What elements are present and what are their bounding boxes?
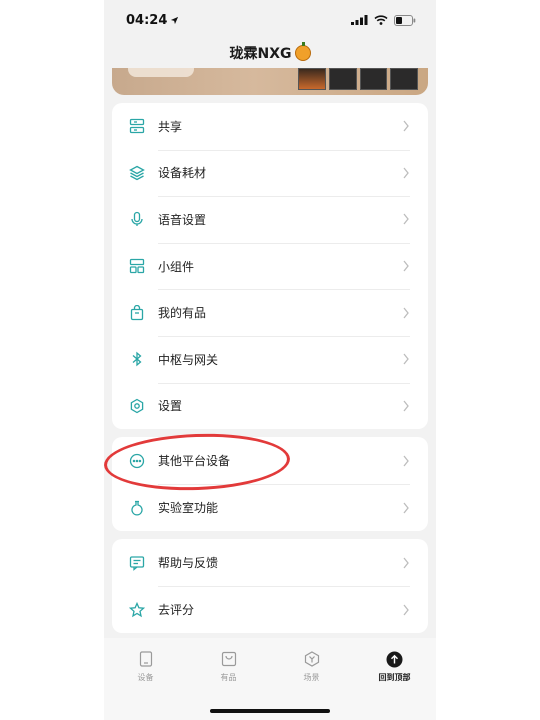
star-icon xyxy=(128,601,146,619)
battery-icon xyxy=(394,14,416,26)
menu-item-label: 共享 xyxy=(158,119,183,134)
menu-item-label: 去评分 xyxy=(158,603,195,617)
feedback-icon xyxy=(128,554,146,572)
scene-icon xyxy=(303,650,321,668)
microphone-icon xyxy=(128,210,146,228)
menu-item-share[interactable]: 共享 xyxy=(112,103,428,150)
chevron-right-icon xyxy=(403,455,409,466)
menu-item-label: 其他平台设备 xyxy=(158,454,231,468)
home-indicator[interactable] xyxy=(210,709,330,713)
status-bar: 04:24 xyxy=(104,0,436,40)
menu-item-rate[interactable]: 去评分 xyxy=(112,586,428,633)
location-arrow-icon xyxy=(171,16,179,24)
arrow-up-icon xyxy=(386,650,404,668)
flask-icon xyxy=(128,499,146,517)
cellular-signal-icon xyxy=(351,15,368,25)
menu-card-main: 共享 设备耗材 语音设置 小组件 我的有品 中枢与网关 设置 xyxy=(112,103,428,429)
menu-item-widgets[interactable]: 小组件 xyxy=(112,242,428,290)
store-icon xyxy=(220,650,238,668)
promo-banner[interactable] xyxy=(112,68,428,95)
menu-item-label: 设备耗材 xyxy=(158,166,207,181)
chevron-right-icon xyxy=(403,260,409,272)
menu-item-label: 语音设置 xyxy=(158,212,207,227)
banner-button[interactable] xyxy=(128,68,194,77)
menu-item-label: 帮助与反馈 xyxy=(158,556,219,570)
menu-item-consumables[interactable]: 设备耗材 xyxy=(112,149,428,197)
share-icon xyxy=(128,117,146,135)
tab-label: 回到顶部 xyxy=(378,673,411,682)
shopping-bag-icon xyxy=(128,304,146,322)
layers-icon xyxy=(128,164,146,182)
menu-item-label: 我的有品 xyxy=(158,306,207,321)
bluetooth-icon xyxy=(128,350,146,368)
tab-back-to-top[interactable]: 回到顶部 xyxy=(365,650,425,720)
page-title: 珑霖NXG xyxy=(229,46,292,62)
menu-item-lab-features[interactable]: 实验室功能 xyxy=(112,484,428,531)
phone-screen: 04:24 珑霖NXG 共享 设备耗材 语音设置 小组件 我的有品 中枢与网关 … xyxy=(104,0,436,720)
chevron-right-icon xyxy=(403,307,409,319)
menu-item-voice-settings[interactable]: 语音设置 xyxy=(112,196,428,243)
menu-item-label: 小组件 xyxy=(158,259,195,274)
chevron-right-icon xyxy=(403,353,409,365)
menu-item-my-youpin[interactable]: 我的有品 xyxy=(112,289,428,336)
tab-label: 场景 xyxy=(303,673,320,682)
tab-label: 有品 xyxy=(220,673,237,682)
tab-label: 设备 xyxy=(137,673,154,682)
settings-icon xyxy=(128,397,146,415)
menu-item-help-feedback[interactable]: 帮助与反馈 xyxy=(112,539,428,586)
status-time: 04:24 xyxy=(126,13,179,28)
menu-item-hub-gateway[interactable]: 中枢与网关 xyxy=(112,335,428,383)
pumpkin-emoji-icon xyxy=(294,42,311,61)
chevron-right-icon xyxy=(403,400,409,412)
chevron-right-icon xyxy=(403,120,409,132)
menu-item-other-platform-devices[interactable]: 其他平台设备 xyxy=(112,437,428,484)
chevron-right-icon xyxy=(403,214,409,225)
status-indicators xyxy=(351,14,416,26)
menu-item-label: 实验室功能 xyxy=(158,501,219,515)
more-dots-icon xyxy=(128,452,146,470)
header: 珑霖NXG xyxy=(104,42,436,64)
menu-item-label: 设置 xyxy=(158,399,183,414)
menu-item-label: 中枢与网关 xyxy=(158,352,219,367)
device-icon xyxy=(137,650,155,668)
tab-devices[interactable]: 设备 xyxy=(116,650,176,720)
bottom-tab-bar: 设备 有品 场景 回到顶部 xyxy=(104,638,436,720)
chevron-right-icon xyxy=(403,502,409,513)
menu-card-other: 其他平台设备 实验室功能 xyxy=(112,437,428,531)
widget-icon xyxy=(128,257,146,275)
menu-card-support: 帮助与反馈 去评分 xyxy=(112,539,428,633)
chevron-right-icon xyxy=(403,604,409,615)
banner-product-image xyxy=(298,68,418,90)
wifi-icon xyxy=(374,15,388,25)
chevron-right-icon xyxy=(403,557,409,568)
chevron-right-icon xyxy=(403,167,409,179)
menu-item-settings[interactable]: 设置 xyxy=(112,382,428,430)
